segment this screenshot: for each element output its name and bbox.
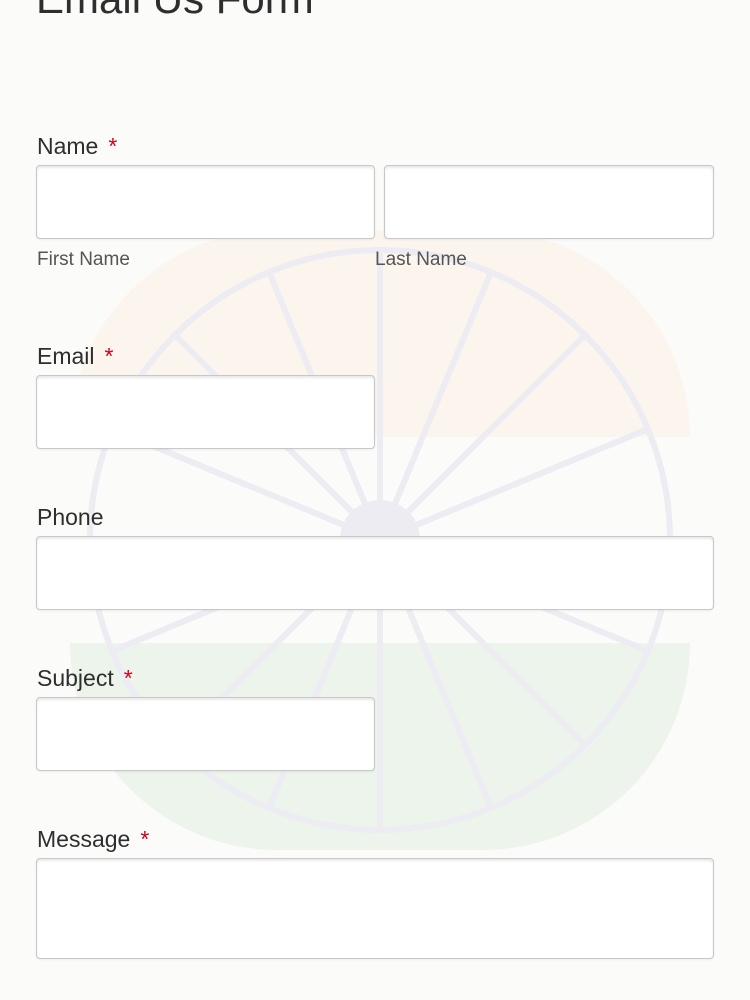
email-input[interactable] [36,375,375,449]
form-title: Email Us Form [36,0,314,24]
required-marker: * [123,665,133,691]
last-name-sublabel: Last Name [375,249,467,270]
name-label: Name * [37,135,117,158]
phone-input[interactable] [36,536,714,610]
message-label: Message * [37,828,149,851]
required-marker: * [104,343,114,369]
name-label-text: Name [37,133,99,159]
last-name-input[interactable] [384,165,714,239]
subject-label-text: Subject [37,665,114,691]
first-name-input[interactable] [36,165,375,239]
phone-label-text: Phone [37,504,104,530]
email-label-text: Email [37,343,95,369]
message-textarea[interactable] [36,858,714,959]
required-marker: * [140,826,150,852]
subject-label: Subject * [37,667,133,690]
email-label: Email * [37,345,113,368]
message-label-text: Message [37,826,131,852]
phone-label: Phone [37,506,104,529]
first-name-sublabel: First Name [37,249,130,270]
required-marker: * [108,133,118,159]
subject-input[interactable] [36,697,375,771]
